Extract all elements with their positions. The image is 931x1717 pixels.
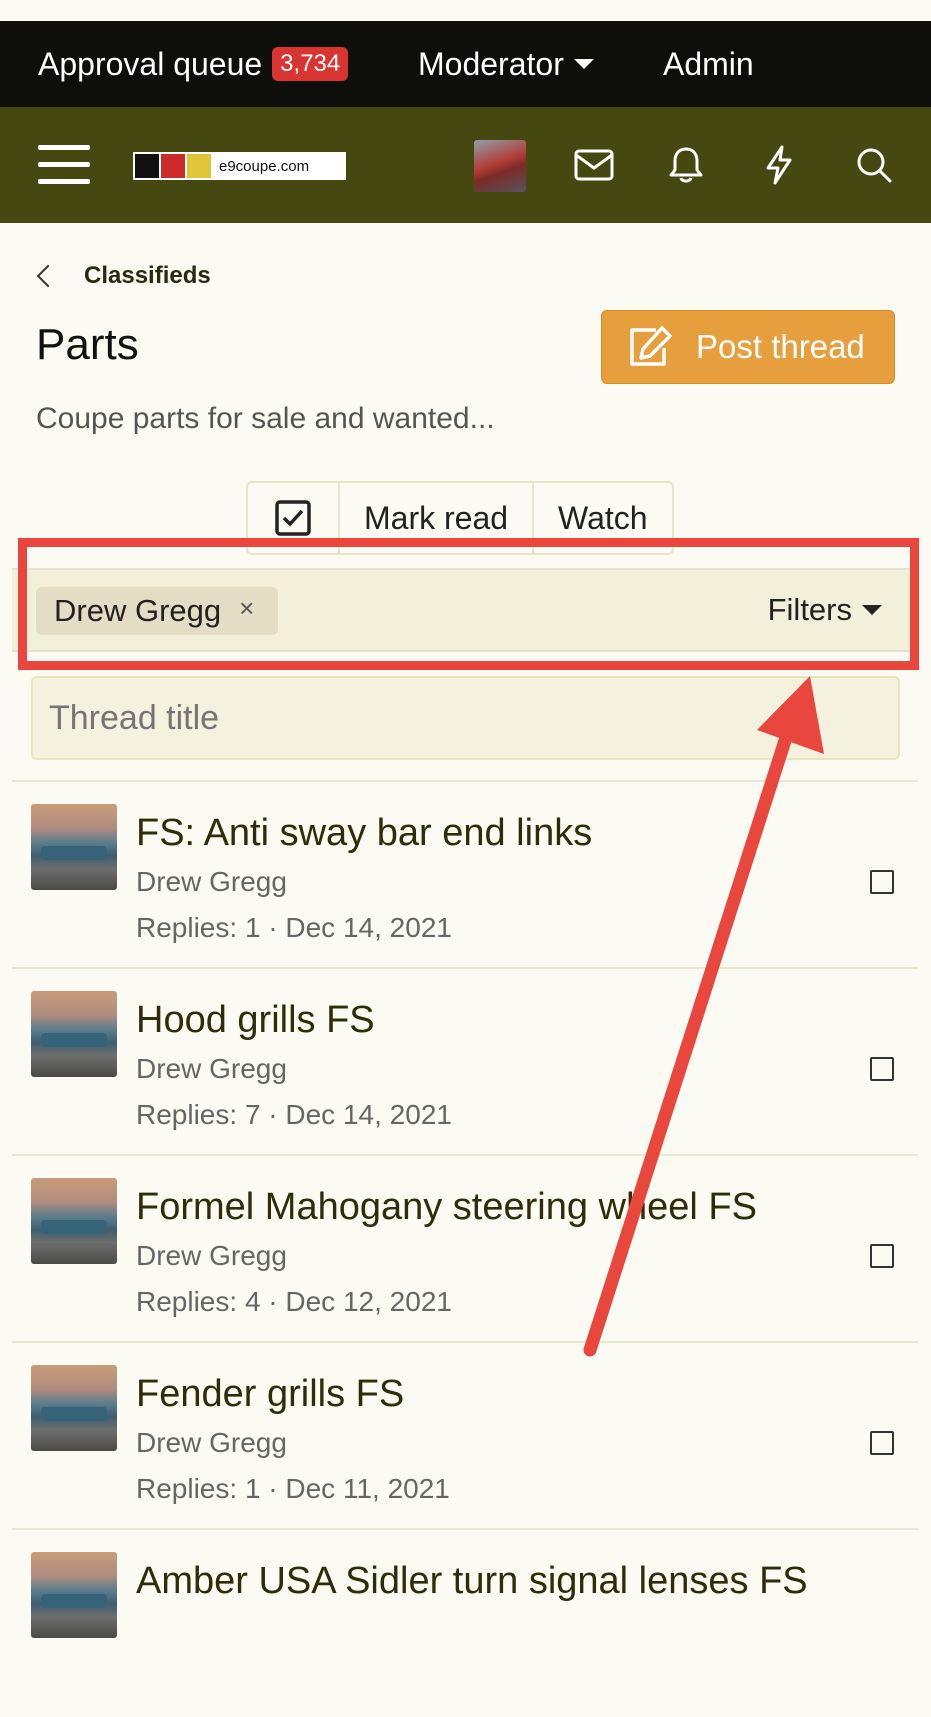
thread-select-checkbox[interactable] (870, 870, 894, 894)
site-logo[interactable]: e9coupe.com (133, 152, 346, 180)
site-name: e9coupe.com (219, 157, 310, 175)
thread-row[interactable]: Hood grills FS Drew Gregg Replies: 7 · D… (12, 967, 918, 1156)
thread-select-checkbox[interactable] (870, 1431, 894, 1455)
thread-title[interactable]: Hood grills FS (136, 999, 375, 1042)
thread-title[interactable]: Formel Mahogany steering wheel FS (136, 1186, 757, 1229)
page-title: Parts (36, 320, 139, 369)
search-icon[interactable] (855, 107, 893, 223)
thread-author[interactable]: Drew Gregg (136, 1053, 287, 1085)
checkbox-checked-icon (275, 500, 311, 536)
thread-row[interactable]: Fender grills FS Drew Gregg Replies: 1 ·… (12, 1341, 918, 1530)
chevron-left-icon (36, 264, 60, 288)
thread-meta: Replies: 4 · Dec 12, 2021 (136, 1286, 452, 1317)
approval-queue-label: Approval queue (38, 45, 263, 82)
thread-author[interactable]: Drew Gregg (136, 866, 287, 898)
thread-author[interactable]: Drew Gregg (136, 1427, 287, 1459)
thread-row[interactable]: Formel Mahogany steering wheel FS Drew G… (12, 1154, 918, 1343)
post-thread-label: Post thread (696, 328, 865, 365)
mark-read-label: Mark read (364, 499, 509, 536)
thread-row[interactable]: FS: Anti sway bar end links Drew Gregg R… (12, 780, 918, 969)
status-bar (0, 0, 931, 21)
chevron-down-icon (573, 59, 594, 69)
thread-author[interactable]: Drew Gregg (136, 1240, 287, 1272)
thread-select-checkbox[interactable] (870, 1244, 894, 1268)
envelope-icon[interactable] (574, 107, 614, 223)
edit-icon (630, 326, 672, 366)
thread-meta: Replies: 1 · Dec 14, 2021 (136, 912, 452, 943)
author-avatar[interactable] (31, 1178, 117, 1264)
thread-meta: Replies: 7 · Dec 14, 2021 (136, 1099, 452, 1130)
thread-title-input[interactable] (31, 676, 900, 760)
thread-title[interactable]: Amber USA Sidler turn signal lenses FS (136, 1560, 808, 1603)
user-avatar[interactable] (474, 140, 526, 192)
approval-queue-link[interactable]: Approval queue 3,734 (38, 21, 349, 107)
breadcrumb[interactable]: Classifieds (36, 262, 211, 290)
lightning-icon[interactable] (763, 107, 795, 223)
moderator-menu[interactable]: Moderator (418, 21, 594, 107)
author-avatar[interactable] (31, 991, 117, 1077)
author-avatar[interactable] (31, 1365, 117, 1451)
post-thread-button[interactable]: Post thread (601, 310, 895, 384)
bell-icon[interactable] (668, 107, 704, 223)
breadcrumb-label: Classifieds (84, 262, 211, 289)
thread-title[interactable]: Fender grills FS (136, 1373, 404, 1416)
thread-title[interactable]: FS: Anti sway bar end links (136, 812, 592, 855)
forum-description: Coupe parts for sale and wanted... (36, 402, 495, 435)
moderator-label: Moderator (418, 45, 564, 82)
staff-bar: Approval queue 3,734 Moderator Admin (0, 21, 931, 107)
thread-meta: Replies: 1 · Dec 11, 2021 (136, 1473, 450, 1504)
annotation-highlight-box (18, 538, 919, 670)
admin-label: Admin (663, 45, 754, 82)
menu-icon[interactable] (38, 107, 90, 223)
thread-row[interactable]: Amber USA Sidler turn signal lenses FS (12, 1528, 918, 1717)
watch-label: Watch (558, 499, 648, 536)
admin-link[interactable]: Admin (663, 21, 754, 107)
approval-count-badge: 3,734 (272, 47, 349, 81)
author-avatar[interactable] (31, 804, 117, 890)
nav-bar: e9coupe.com (0, 107, 931, 223)
thread-select-checkbox[interactable] (870, 1057, 894, 1081)
author-avatar[interactable] (31, 1552, 117, 1638)
